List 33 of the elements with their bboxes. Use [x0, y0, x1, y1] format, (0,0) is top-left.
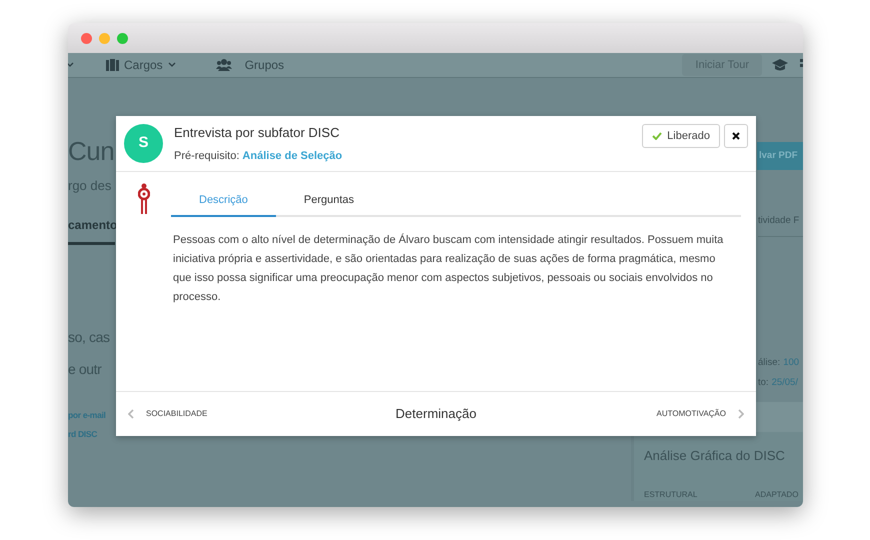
- close-icon: [732, 132, 740, 140]
- next-link[interactable]: AUTOMOTIVAÇÃO: [656, 408, 726, 420]
- text-link[interactable]: por e-mail: [68, 408, 106, 422]
- nav-link[interactable]: Cargos: [124, 56, 163, 74]
- prerequisite-label: Pré-requisito:: [174, 148, 240, 164]
- modal-title: Entrevista por subfator DISC: [174, 124, 340, 142]
- chevron-right-icon[interactable]: [738, 409, 744, 419]
- graduation-cap-icon[interactable]: [772, 59, 788, 71]
- tab[interactable]: Descrição: [171, 185, 276, 217]
- column-header: ADAPTADO: [755, 489, 798, 502]
- column-header: ESTRUTURAL: [644, 489, 698, 502]
- chevron-left-icon[interactable]: [128, 409, 134, 419]
- users-icon: [216, 59, 232, 71]
- chevron-down-icon[interactable]: [68, 62, 74, 68]
- prerequisite-link[interactable]: Análise de Seleção: [242, 148, 342, 164]
- text-link[interactable]: rd DISC: [68, 428, 98, 441]
- current-subfactor: Determinação: [394, 405, 478, 424]
- panel-title: Análise Gráfica do DISC: [644, 446, 786, 465]
- close-window-button[interactable]: [81, 32, 92, 44]
- description-text: Pessoas com o alto nível de determinação de Álvaro buscam com intensidade atingir resultados. Possuem muita iniciativa própria e assertividade, e são orientadas para realização de suas ações de forma pragmática, mesmo que isso possa significar uma preocupação menor com aspectos subjetivos, pessoais ou sociais envolvidos no processo.: [172, 232, 724, 305]
- status-button[interactable]: Liberado: [642, 124, 720, 148]
- save-pdf-button[interactable]: lvar PDF: [757, 142, 803, 170]
- check-icon: [652, 132, 662, 140]
- info-value: 25/05/: [772, 376, 798, 390]
- tab[interactable]: Perguntas: [276, 185, 382, 217]
- person-figure-icon: [138, 183, 150, 214]
- chevron-down-icon[interactable]: [168, 62, 176, 68]
- close-button[interactable]: [724, 124, 748, 148]
- nav-link[interactable]: Grupos: [244, 56, 284, 74]
- avatar: S: [124, 124, 163, 163]
- books-icon: [106, 59, 119, 71]
- info-value: 100: [783, 356, 800, 370]
- previous-link[interactable]: SOCIABILIDADE: [146, 408, 208, 420]
